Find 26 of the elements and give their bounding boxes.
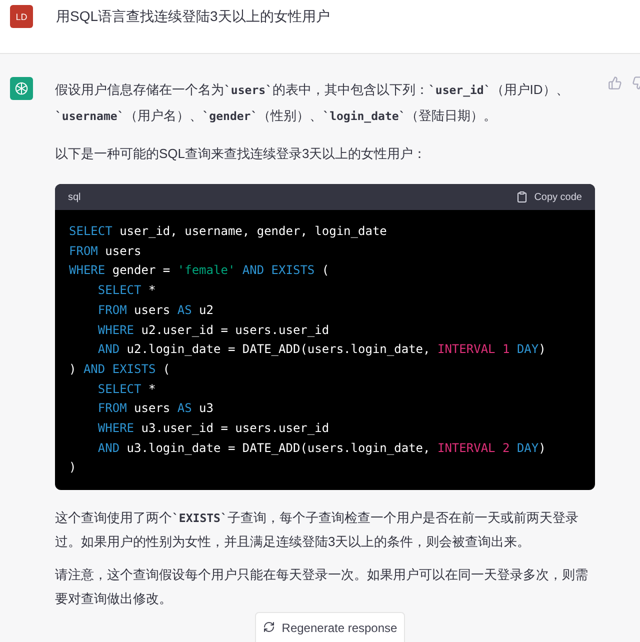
user-avatar: LD xyxy=(10,5,33,28)
answer-paragraph: 假设用户信息存储在一个名为`users`的表中，其中包含以下列：`user_id`（用户ID）、 `username`（用户名）、`gender`（性别）、`login_date`（登陆日期）。 xyxy=(55,81,570,125)
regenerate-button[interactable]: Regenerate response xyxy=(255,612,405,642)
code-line: SELECT user_id, username, gender, login_date xyxy=(69,223,388,240)
code-line: AND u3.login_date = DATE_ADD(users.login_date, INTERVAL 2 DAY) xyxy=(96,440,547,457)
code-line: WHERE u3.user_id = users.user_id xyxy=(96,420,330,438)
code-language: sql xyxy=(68,192,81,202)
code-line: SELECT * xyxy=(96,380,157,398)
clipboard-icon xyxy=(516,191,528,203)
knot-icon xyxy=(14,81,29,96)
code-line: FROM users xyxy=(69,242,142,260)
user-message: 用SQL语言查找连续登陆3天以上的女性用户 xyxy=(56,7,330,26)
code-line: WHERE u2.user_id = users.user_id xyxy=(96,322,330,339)
code-line: FROM users AS u3 xyxy=(96,400,215,418)
answer-paragraph: 请注意，这个查询假设每个用户只能在每天登录一次。如果用户可以在同一天登录多次，则需要对查询做出修改。 xyxy=(55,566,589,608)
refresh-icon xyxy=(262,621,275,633)
code-line: FROM users AS u2 xyxy=(96,302,215,319)
code-line: ) AND EXISTS ( xyxy=(69,360,172,378)
copy-code-button[interactable]: Copy code xyxy=(516,191,582,203)
code-line: ) xyxy=(69,459,78,476)
thumbs-up-icon[interactable] xyxy=(608,76,622,90)
code-line: WHERE gender = 'female' AND EXISTS ( xyxy=(69,262,330,280)
answer-paragraph: 这个查询使用了两个`EXISTS`子查询，每个子查询检查一个用户是否在前一天或前两天登录过。如果用户的性别为女性，并且满足连续登陆3天以上的条件，则会被查询出来。 xyxy=(55,509,580,552)
code-line: SELECT * xyxy=(96,282,157,300)
answer-paragraph: 以下是一种可能的SQL查询来查找连续登录3天以上的女性用户： xyxy=(55,145,428,163)
code-line: AND u2.login_date = DATE_ADD(users.login_date, INTERVAL 1 DAY) xyxy=(96,341,547,358)
